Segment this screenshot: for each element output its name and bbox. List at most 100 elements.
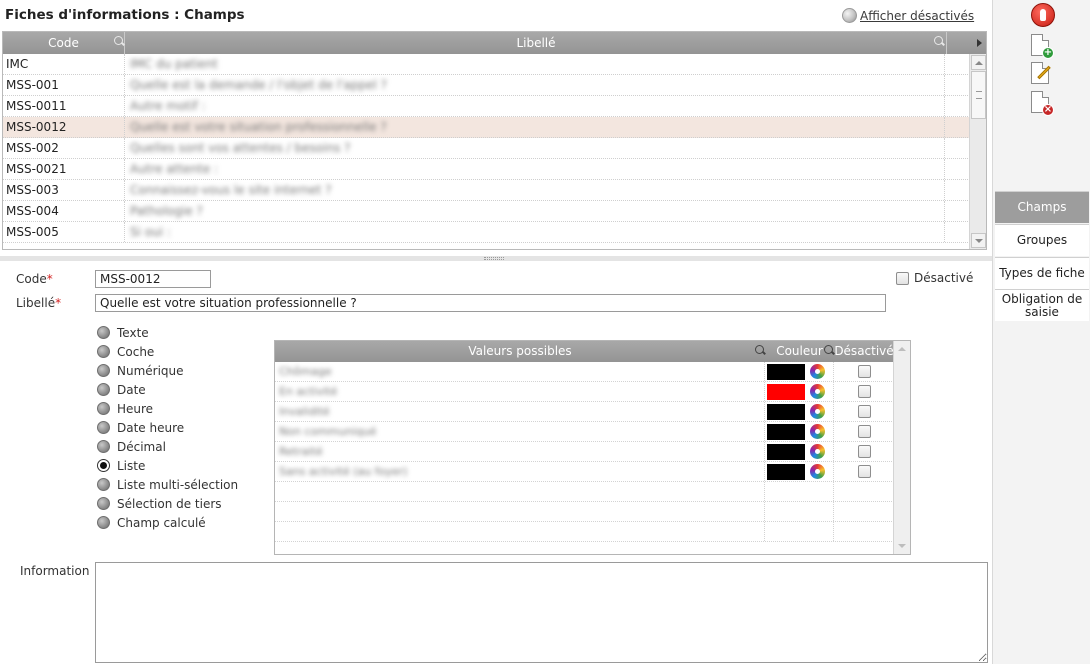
table-row[interactable]: MSS-0011 Autre motif : [3, 96, 970, 117]
cell-code[interactable]: MSS-004 [3, 201, 125, 221]
value-row[interactable]: Chômage [275, 362, 894, 382]
cell-code[interactable]: MSS-0021 [3, 159, 125, 179]
cell-libelle[interactable]: Quelle est la demande / l'objet de l'app… [125, 75, 945, 95]
values-scrollbar[interactable] [893, 341, 910, 554]
show-disabled-link[interactable]: Afficher désactivés [842, 8, 974, 23]
field-type-option[interactable]: Heure [97, 399, 238, 418]
column-header-disabled[interactable]: Désactivé [834, 341, 894, 362]
libelle-field[interactable] [95, 294, 886, 312]
values-scroll-up-icon[interactable] [898, 347, 906, 351]
value-row[interactable]: En activité [275, 382, 894, 402]
value-disabled-checkbox[interactable] [857, 425, 871, 438]
cell-libelle[interactable]: Quelle est votre situation professionnel… [125, 117, 945, 137]
disabled-checkbox[interactable] [896, 272, 909, 285]
table-row[interactable]: MSS-003 Connaissez-vous le site internet … [3, 180, 970, 201]
color-swatch[interactable] [767, 463, 805, 480]
table-row[interactable]: MSS-0021 Autre attente : [3, 159, 970, 180]
value-label-cell[interactable]: Non communiqué [275, 422, 765, 441]
tab-champs[interactable]: Champs [995, 191, 1089, 223]
cell-libelle[interactable]: Si oui : [125, 222, 945, 242]
color-picker-icon[interactable] [810, 404, 825, 419]
cell-libelle[interactable]: Pathologie ? [125, 201, 945, 221]
table-row[interactable]: MSS-001 Quelle est la demande / l'objet d… [3, 75, 970, 96]
value-disabled-checkbox[interactable] [857, 445, 871, 458]
radio-button[interactable] [97, 383, 110, 396]
search-code-icon[interactable] [114, 36, 126, 48]
column-header-libelle[interactable]: Libellé [126, 32, 946, 54]
values-scroll-down-icon[interactable] [898, 544, 906, 548]
code-field[interactable] [95, 270, 211, 288]
cell-code[interactable]: MSS-002 [3, 138, 125, 158]
delete-document-icon[interactable]: × [1031, 91, 1054, 116]
radio-button[interactable] [97, 421, 110, 434]
stop-icon[interactable] [1031, 3, 1055, 27]
tab-types-de-fiche[interactable]: Types de fiche [995, 257, 1089, 289]
color-picker-icon[interactable] [810, 384, 825, 399]
color-picker-icon[interactable] [810, 424, 825, 439]
scroll-up-button[interactable] [971, 55, 986, 70]
table-row[interactable]: IMC IMC du patient [3, 54, 970, 75]
column-header-code[interactable]: Code [3, 32, 125, 54]
table-row[interactable]: MSS-0012 Quelle est votre situation profe… [3, 117, 970, 138]
radio-button[interactable] [97, 459, 110, 472]
value-disabled-checkbox[interactable] [857, 405, 871, 418]
cell-code[interactable]: MSS-0011 [3, 96, 125, 116]
radio-button[interactable] [97, 516, 110, 529]
scroll-right-icon[interactable] [977, 39, 982, 47]
scroll-down-button[interactable] [971, 233, 986, 248]
color-picker-icon[interactable] [810, 364, 825, 379]
field-type-option[interactable]: Texte [97, 323, 238, 342]
edit-document-icon[interactable] [1031, 62, 1051, 84]
field-type-option[interactable]: Date [97, 380, 238, 399]
color-picker-icon[interactable] [810, 464, 825, 479]
tab-groupes[interactable]: Groupes [995, 224, 1089, 256]
cell-code[interactable]: MSS-0012 [3, 117, 125, 137]
column-header-values[interactable]: Valeurs possibles [275, 341, 765, 362]
value-row[interactable]: Sans activité (au foyer) [275, 462, 894, 482]
color-swatch[interactable] [767, 363, 805, 380]
value-disabled-checkbox[interactable] [857, 365, 871, 378]
radio-button[interactable] [97, 364, 110, 377]
field-type-option[interactable]: Sélection de tiers [97, 494, 238, 513]
value-row[interactable]: Retraité [275, 442, 894, 462]
table-row[interactable]: MSS-002 Quelles sont vos attentes / besoi… [3, 138, 970, 159]
radio-button[interactable] [97, 497, 110, 510]
color-swatch[interactable] [767, 383, 805, 400]
color-picker-icon[interactable] [810, 444, 825, 459]
field-type-option[interactable]: Date heure [97, 418, 238, 437]
grid-scrollbar[interactable] [969, 54, 986, 249]
field-type-option[interactable]: Liste multi-sélection [97, 475, 238, 494]
splitter[interactable] [0, 256, 992, 261]
color-swatch[interactable] [767, 423, 805, 440]
value-label-cell[interactable]: Invalidité [275, 402, 765, 421]
cell-libelle[interactable]: Autre attente : [125, 159, 945, 179]
cell-code[interactable]: MSS-003 [3, 180, 125, 200]
radio-button[interactable] [97, 402, 110, 415]
field-type-option[interactable]: Liste [97, 456, 238, 475]
cell-libelle[interactable]: Quelles sont vos attentes / besoins ? [125, 138, 945, 158]
tab-obligation-de-saisie[interactable]: Obligation de saisie [995, 289, 1089, 321]
field-type-option[interactable]: Coche [97, 342, 238, 361]
radio-button[interactable] [97, 345, 110, 358]
color-swatch[interactable] [767, 443, 805, 460]
value-disabled-checkbox[interactable] [857, 465, 871, 478]
new-document-icon[interactable]: + [1031, 34, 1054, 59]
value-label-cell[interactable]: Sans activité (au foyer) [275, 462, 765, 481]
cell-libelle[interactable]: Autre motif : [125, 96, 945, 116]
value-row[interactable]: Non communiqué [275, 422, 894, 442]
scroll-thumb[interactable] [971, 71, 986, 119]
field-type-option[interactable]: Champ calculé [97, 513, 238, 532]
splitter-grip-icon[interactable] [484, 257, 504, 260]
cell-libelle[interactable]: Connaissez-vous le site internet ? [125, 180, 945, 200]
value-label-cell[interactable]: En activité [275, 382, 765, 401]
search-libelle-icon[interactable] [934, 36, 946, 48]
table-row[interactable]: MSS-004 Pathologie ? [3, 201, 970, 222]
value-row[interactable]: Invalidité [275, 402, 894, 422]
cell-code[interactable]: IMC [3, 54, 125, 74]
cell-code[interactable]: MSS-001 [3, 75, 125, 95]
value-label-cell[interactable]: Chômage [275, 362, 765, 381]
color-swatch[interactable] [767, 403, 805, 420]
show-disabled-label[interactable]: Afficher désactivés [860, 9, 974, 23]
value-disabled-checkbox[interactable] [857, 385, 871, 398]
value-label-cell[interactable]: Retraité [275, 442, 765, 461]
